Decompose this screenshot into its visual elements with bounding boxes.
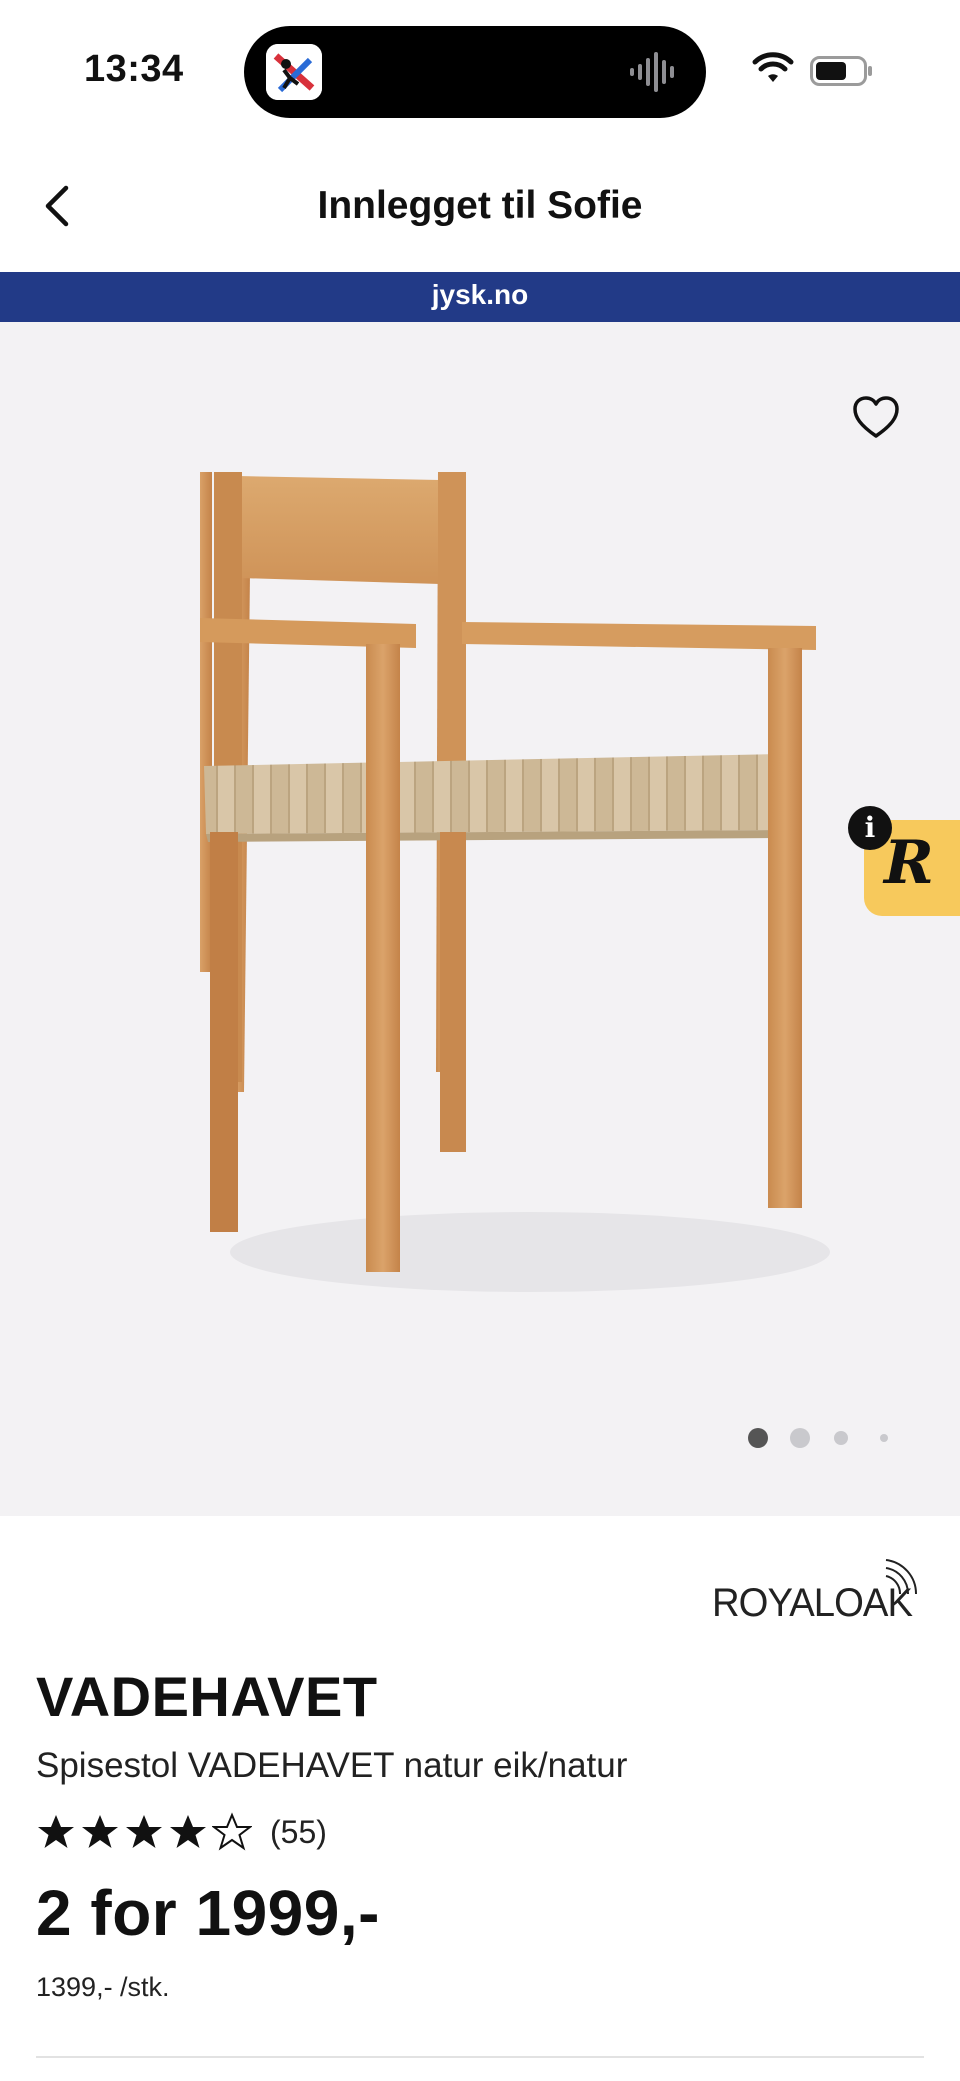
star-filled-icon <box>126 1815 162 1848</box>
product-image-gallery[interactable]: R i <box>0 322 960 1516</box>
unit-price: 1399,- /stk. <box>36 1972 170 2002</box>
status-time: 13:34 <box>84 48 184 90</box>
star-outline-icon <box>212 1812 252 1851</box>
product-rating[interactable]: (55) <box>36 1810 327 1854</box>
product-name: VADEHAVET <box>36 1665 378 1728</box>
product-chair-image <box>200 472 830 1292</box>
brand-logo: ROYALOAK <box>710 1554 926 1626</box>
brand-logo-text: ROYALOAK <box>712 1581 913 1625</box>
divider <box>36 2056 924 2058</box>
audio-waveform-icon <box>628 52 680 92</box>
battery-icon <box>810 56 874 86</box>
wifi-icon <box>752 52 794 86</box>
pagination-dot[interactable] <box>880 1434 888 1442</box>
info-icon[interactable]: i <box>848 806 892 850</box>
status-bar: 13:34 <box>0 0 960 140</box>
pagination-dot[interactable] <box>748 1428 768 1448</box>
badge-letter: R <box>884 828 934 898</box>
star-filled-icon <box>82 1815 118 1848</box>
review-count[interactable]: (55) <box>270 1814 327 1851</box>
dynamic-island[interactable] <box>244 26 706 118</box>
product-price: 2 for 1999,- <box>36 1877 380 1949</box>
star-filled-icon <box>38 1815 74 1848</box>
live-activity-app-icon <box>266 44 322 100</box>
page-title: Innlegget til Sofie <box>317 184 643 227</box>
pagination-dot[interactable] <box>834 1431 848 1445</box>
product-description: Spisestol VADEHAVET natur eik/natur <box>36 1746 628 1785</box>
gallery-pagination[interactable] <box>748 1426 888 1450</box>
star-filled-icon <box>170 1815 206 1848</box>
pagination-dot[interactable] <box>790 1428 810 1448</box>
heart-icon <box>853 396 899 438</box>
domain-banner[interactable]: jysk.no <box>0 272 960 322</box>
navigation-bar: Innlegget til Sofie <box>0 140 960 272</box>
favorite-button[interactable] <box>850 392 902 444</box>
